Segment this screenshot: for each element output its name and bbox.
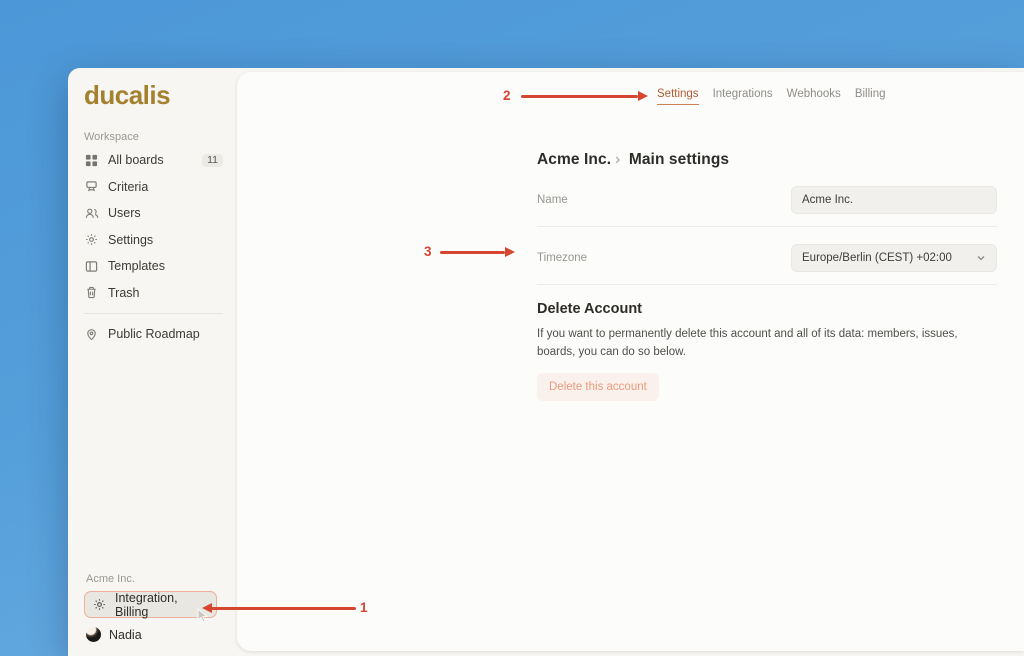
- annotation-number-2: 2: [503, 88, 511, 103]
- pin-icon: [84, 327, 99, 342]
- tab-integrations[interactable]: Integrations: [713, 88, 773, 105]
- timezone-select[interactable]: Europe/Berlin (CEST) +02:00: [791, 244, 997, 272]
- sidebar-item-label: Criteria: [108, 180, 223, 194]
- sidebar-item-criteria[interactable]: Criteria: [84, 174, 223, 201]
- sidebar-item-label: Settings: [108, 233, 223, 247]
- annotation-arrow-3-head: [505, 247, 515, 257]
- name-input[interactable]: [791, 186, 997, 214]
- gear-icon: [84, 232, 99, 247]
- user-name: Nadia: [109, 628, 142, 642]
- ducalis-logo: ducalis: [84, 80, 223, 111]
- timezone-label: Timezone: [537, 252, 587, 264]
- page-title: Main settings: [629, 151, 729, 168]
- delete-account-section: Delete Account If you want to permanentl…: [537, 301, 997, 401]
- annotation-arrow-1-shaft: [211, 607, 356, 610]
- sidebar-item-label: Users: [108, 206, 223, 220]
- delete-account-title: Delete Account: [537, 301, 997, 317]
- mouse-cursor-icon: [197, 608, 210, 629]
- settings-top-nav: Settings Integrations Webhooks Billing: [657, 88, 886, 105]
- trash-icon: [84, 285, 99, 300]
- annotation-number-1: 1: [360, 600, 368, 615]
- annotation-number-3: 3: [424, 244, 432, 259]
- timezone-value: Europe/Berlin (CEST) +02:00: [802, 252, 952, 264]
- template-icon: [84, 259, 99, 274]
- breadcrumb: Acme Inc.› Main settings: [537, 151, 997, 169]
- annotation-arrow-2-shaft: [521, 95, 638, 98]
- settings-content: Acme Inc.› Main settings Name Timezone E…: [537, 151, 997, 401]
- sidebar-item-public-roadmap[interactable]: Public Roadmap: [84, 321, 223, 348]
- chevron-down-icon: [976, 253, 986, 263]
- sidebar-item-trash[interactable]: Trash: [84, 280, 223, 307]
- delete-account-button[interactable]: Delete this account: [537, 373, 659, 401]
- sidebar-item-all-boards[interactable]: All boards 11: [84, 147, 223, 174]
- name-label: Name: [537, 194, 568, 206]
- timezone-row: Timezone Europe/Berlin (CEST) +02:00: [537, 236, 997, 280]
- tab-webhooks[interactable]: Webhooks: [787, 88, 841, 105]
- divider: [537, 284, 997, 285]
- tab-settings[interactable]: Settings: [657, 88, 699, 105]
- sidebar-item-settings[interactable]: Settings: [84, 227, 223, 254]
- all-boards-count-badge: 11: [202, 154, 223, 168]
- sidebar-item-label: Templates: [108, 259, 223, 273]
- sidebar-item-label: Trash: [108, 286, 223, 300]
- annotation-arrow-2-head: [638, 91, 648, 101]
- gear-icon: [93, 598, 107, 612]
- workspace-name-label: Acme Inc.: [86, 573, 223, 585]
- breadcrumb-workspace: Acme Inc.: [537, 151, 611, 168]
- annotation-arrow-3-shaft: [440, 251, 505, 254]
- breadcrumb-separator: ›: [611, 151, 624, 168]
- sidebar: ducalis Workspace All boards 11 Criteria…: [68, 68, 237, 656]
- grid-icon: [84, 153, 99, 168]
- sidebar-item-label: All boards: [108, 153, 193, 167]
- main-panel: Settings Integrations Webhooks Billing A…: [237, 72, 1024, 651]
- criteria-icon: [84, 179, 99, 194]
- tab-billing[interactable]: Billing: [855, 88, 886, 105]
- workspace-section-label: Workspace: [84, 131, 223, 143]
- sidebar-item-label: Public Roadmap: [108, 327, 223, 341]
- sidebar-divider: [84, 313, 223, 314]
- users-icon: [84, 206, 99, 221]
- sidebar-item-templates[interactable]: Templates: [84, 253, 223, 280]
- sidebar-item-users[interactable]: Users: [84, 200, 223, 227]
- integration-billing-label: Integration, Billing: [115, 591, 208, 619]
- sidebar-spacer: [84, 348, 223, 574]
- avatar: [86, 627, 101, 642]
- divider: [537, 226, 997, 227]
- app-window: ducalis Workspace All boards 11 Criteria…: [68, 68, 1024, 656]
- delete-account-description: If you want to permanently delete this a…: [537, 326, 997, 362]
- name-row: Name: [537, 178, 997, 222]
